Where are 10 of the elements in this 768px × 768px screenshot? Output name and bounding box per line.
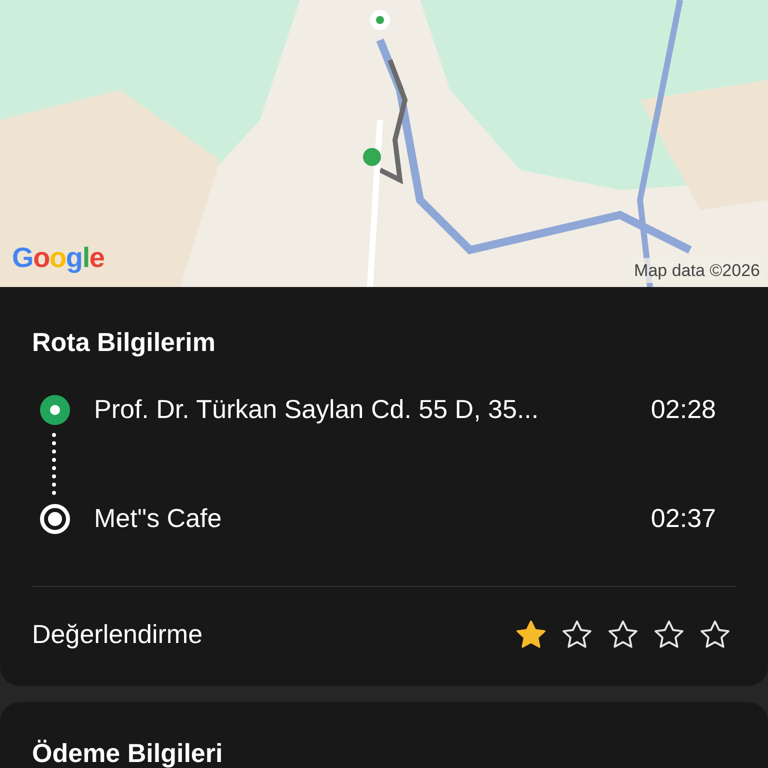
stop-address: Prof. Dr. Türkan Saylan Cd. 55 D, 35... (94, 393, 540, 426)
start-point-icon (39, 394, 71, 426)
rating-label: Değerlendirme (32, 618, 203, 651)
stop-time: 02:37 (650, 502, 716, 535)
map-logo: Google (12, 241, 104, 275)
section-title: Rota Bilgilerim (32, 326, 216, 359)
stop-address: Met"s Cafe (94, 502, 223, 535)
end-point-icon (39, 502, 71, 534)
stop-time: 02:28 (650, 393, 716, 426)
section-title: Ödeme Bilgileri (32, 737, 224, 768)
